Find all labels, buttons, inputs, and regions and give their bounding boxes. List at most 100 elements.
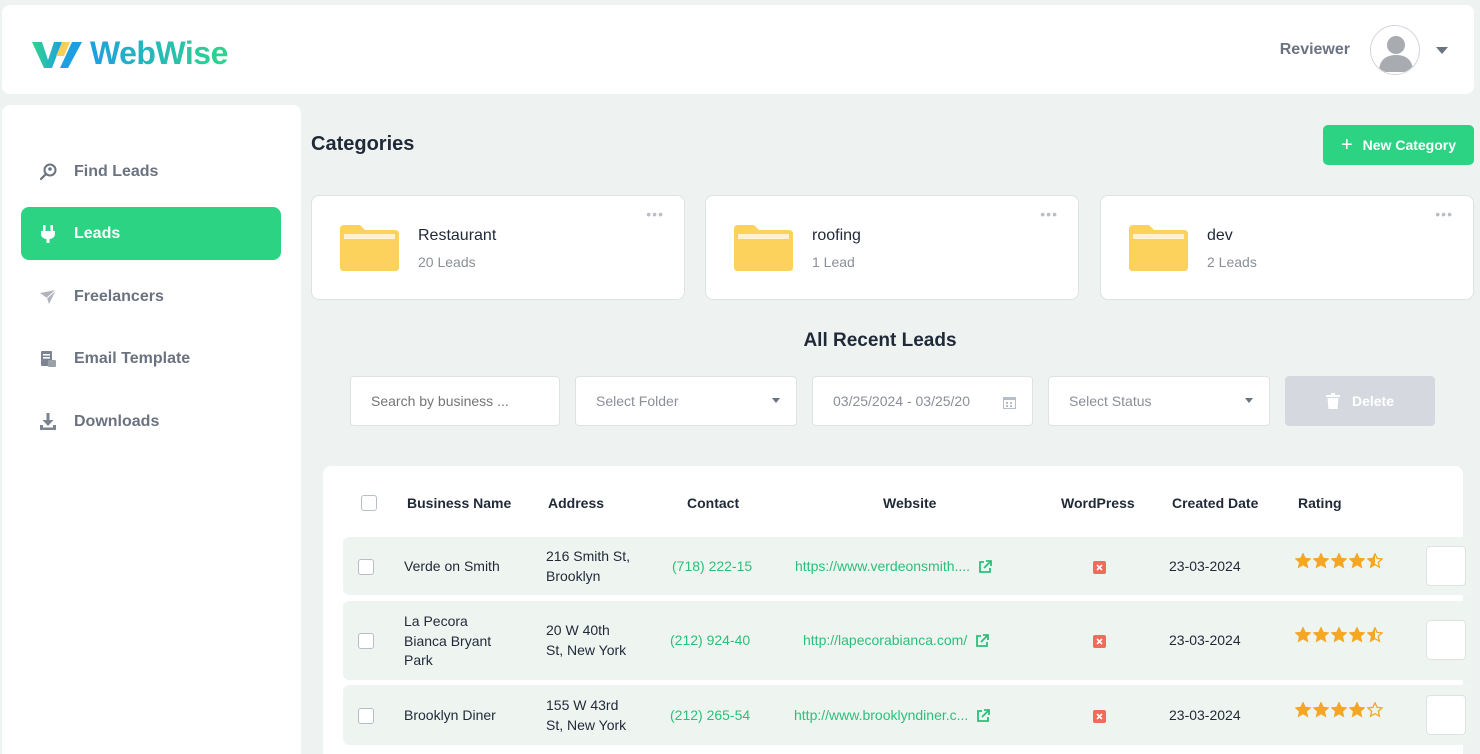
- table-row[interactable]: La Pecora Bianca Bryant Park 20 W 40th St, …: [343, 601, 1473, 680]
- table-row[interactable]: Brooklyn Diner 155 W 43rd St, New York (2…: [343, 685, 1473, 745]
- website-link[interactable]: https://www.verdeonsmith....: [795, 557, 992, 577]
- sidebar-item-downloads[interactable]: Downloads: [21, 395, 281, 448]
- address: 216 Smith St, Brooklyn: [546, 548, 631, 584]
- star-full-icon: [1331, 627, 1347, 643]
- wordpress-no-icon: [1093, 635, 1106, 648]
- category-name: roofing: [812, 227, 861, 244]
- contact-phone[interactable]: (212) 924-40: [670, 631, 750, 651]
- category-count: 1 Lead: [812, 254, 855, 270]
- sidebar-item-label: Leads: [74, 224, 121, 242]
- created-date: 23-03-2024: [1169, 558, 1241, 574]
- sidebar-item-label: Email Template: [74, 349, 191, 367]
- download-icon: [38, 412, 58, 432]
- star-full-icon: [1313, 553, 1329, 569]
- sidebar-item-label: Downloads: [74, 412, 160, 430]
- column-header-website[interactable]: Website: [883, 495, 936, 511]
- column-header-business-name[interactable]: Business Name: [407, 495, 511, 511]
- column-header-rating[interactable]: Rating: [1298, 495, 1342, 511]
- folder-select[interactable]: Select Folder: [575, 376, 797, 426]
- date-range-field[interactable]: 03/25/2024 - 03/25/20: [812, 376, 1033, 426]
- delete-button[interactable]: Delete: [1285, 376, 1435, 426]
- rating-stars: [1295, 553, 1383, 569]
- avatar[interactable]: [1370, 25, 1420, 75]
- more-options-icon[interactable]: •••: [1435, 206, 1453, 222]
- date-range-value: 03/25/2024 - 03/25/20: [833, 393, 971, 409]
- sidebar-item-freelancers[interactable]: Freelancers: [21, 270, 281, 323]
- external-link-icon[interactable]: [978, 559, 992, 574]
- category-card-restaurant[interactable]: Restaurant 20 Leads •••: [311, 195, 685, 300]
- external-link-icon[interactable]: [975, 633, 990, 648]
- plus-icon: +: [1340, 134, 1353, 156]
- row-action-button[interactable]: [1426, 620, 1466, 660]
- delete-label: Delete: [1351, 393, 1395, 409]
- folder-select-value: Select Folder: [596, 393, 679, 409]
- website-link[interactable]: http://lapecorabianca.com/: [803, 631, 990, 651]
- top-bar: WebWise Reviewer: [2, 5, 1474, 94]
- row-checkbox[interactable]: [358, 559, 374, 575]
- logo-text: WebWise: [90, 35, 228, 71]
- wordpress-no-icon: [1093, 710, 1106, 723]
- table-row[interactable]: Verde on Smith 216 Smith St, Brooklyn (71…: [343, 537, 1473, 595]
- row-checkbox[interactable]: [358, 708, 374, 724]
- star-full-icon: [1313, 702, 1329, 718]
- sidebar-item-label: Freelancers: [74, 287, 164, 305]
- created-date: 23-03-2024: [1169, 707, 1241, 723]
- category-count: 20 Leads: [418, 254, 476, 270]
- rating-stars: [1295, 702, 1383, 718]
- calendar-icon: [1003, 397, 1016, 409]
- star-full-icon: [1349, 553, 1365, 569]
- new-category-button[interactable]: + New Category: [1323, 125, 1474, 165]
- star-full-icon: [1331, 553, 1347, 569]
- star-full-icon: [1349, 702, 1365, 718]
- category-name: dev: [1207, 227, 1233, 244]
- row-action-button[interactable]: [1426, 695, 1466, 735]
- category-count: 2 Leads: [1207, 254, 1257, 270]
- star-full-icon: [1331, 702, 1347, 718]
- contact-phone[interactable]: (212) 265-54: [670, 706, 750, 726]
- business-name: Verde on Smith: [404, 558, 500, 574]
- more-options-icon[interactable]: •••: [646, 206, 664, 222]
- business-name: La Pecora Bianca Bryant Park: [404, 613, 492, 668]
- search-person-icon: [38, 162, 58, 182]
- star-full-icon: [1349, 627, 1365, 643]
- category-name: Restaurant: [418, 227, 497, 244]
- row-action-button[interactable]: [1426, 546, 1466, 586]
- folder-icon: [1129, 225, 1188, 271]
- chevron-down-icon[interactable]: [1436, 46, 1448, 54]
- sidebar-item-leads[interactable]: Leads: [21, 207, 281, 260]
- categories-title: Categories: [311, 133, 415, 155]
- new-category-label: New Category: [1362, 137, 1457, 153]
- column-header-created-date[interactable]: Created Date: [1172, 495, 1258, 511]
- more-options-icon[interactable]: •••: [1040, 206, 1058, 222]
- sidebar-item-find-leads[interactable]: Find Leads: [21, 145, 281, 198]
- select-all-checkbox[interactable]: [361, 495, 377, 511]
- status-select[interactable]: Select Status: [1048, 376, 1270, 426]
- category-card-dev[interactable]: dev 2 Leads •••: [1100, 195, 1474, 300]
- website-link[interactable]: http://www.brooklyndiner.c...: [794, 706, 991, 726]
- external-link-icon[interactable]: [976, 708, 991, 723]
- chevron-down-icon: [772, 398, 780, 403]
- star-half-icon: [1367, 627, 1383, 643]
- search-field[interactable]: [350, 376, 560, 426]
- star-half-icon: [1367, 553, 1383, 569]
- star-full-icon: [1295, 627, 1311, 643]
- trash-icon: [1325, 393, 1340, 409]
- address: 20 W 40th St, New York: [546, 622, 627, 658]
- folder-icon: [734, 225, 793, 271]
- sidebar: Find Leads Leads Freelancers Email Templ…: [2, 105, 301, 754]
- column-header-address[interactable]: Address: [548, 495, 604, 511]
- status-select-value: Select Status: [1069, 393, 1152, 409]
- column-header-wordpress[interactable]: WordPress: [1061, 495, 1135, 511]
- category-card-roofing[interactable]: roofing 1 Lead •••: [705, 195, 1079, 300]
- contact-phone[interactable]: (718) 222-15: [672, 557, 752, 577]
- logo[interactable]: WebWise: [30, 35, 228, 72]
- search-input[interactable]: [371, 393, 559, 409]
- logo-mark-icon: [32, 41, 82, 68]
- user-menu[interactable]: Reviewer: [1280, 25, 1448, 75]
- paper-plane-icon: [38, 287, 58, 307]
- recent-leads-title: All Recent Leads: [803, 330, 957, 351]
- row-checkbox[interactable]: [358, 633, 374, 649]
- address: 155 W 43rd St, New York: [546, 697, 627, 733]
- user-name: Reviewer: [1279, 41, 1350, 58]
- column-header-contact[interactable]: Contact: [687, 495, 739, 511]
